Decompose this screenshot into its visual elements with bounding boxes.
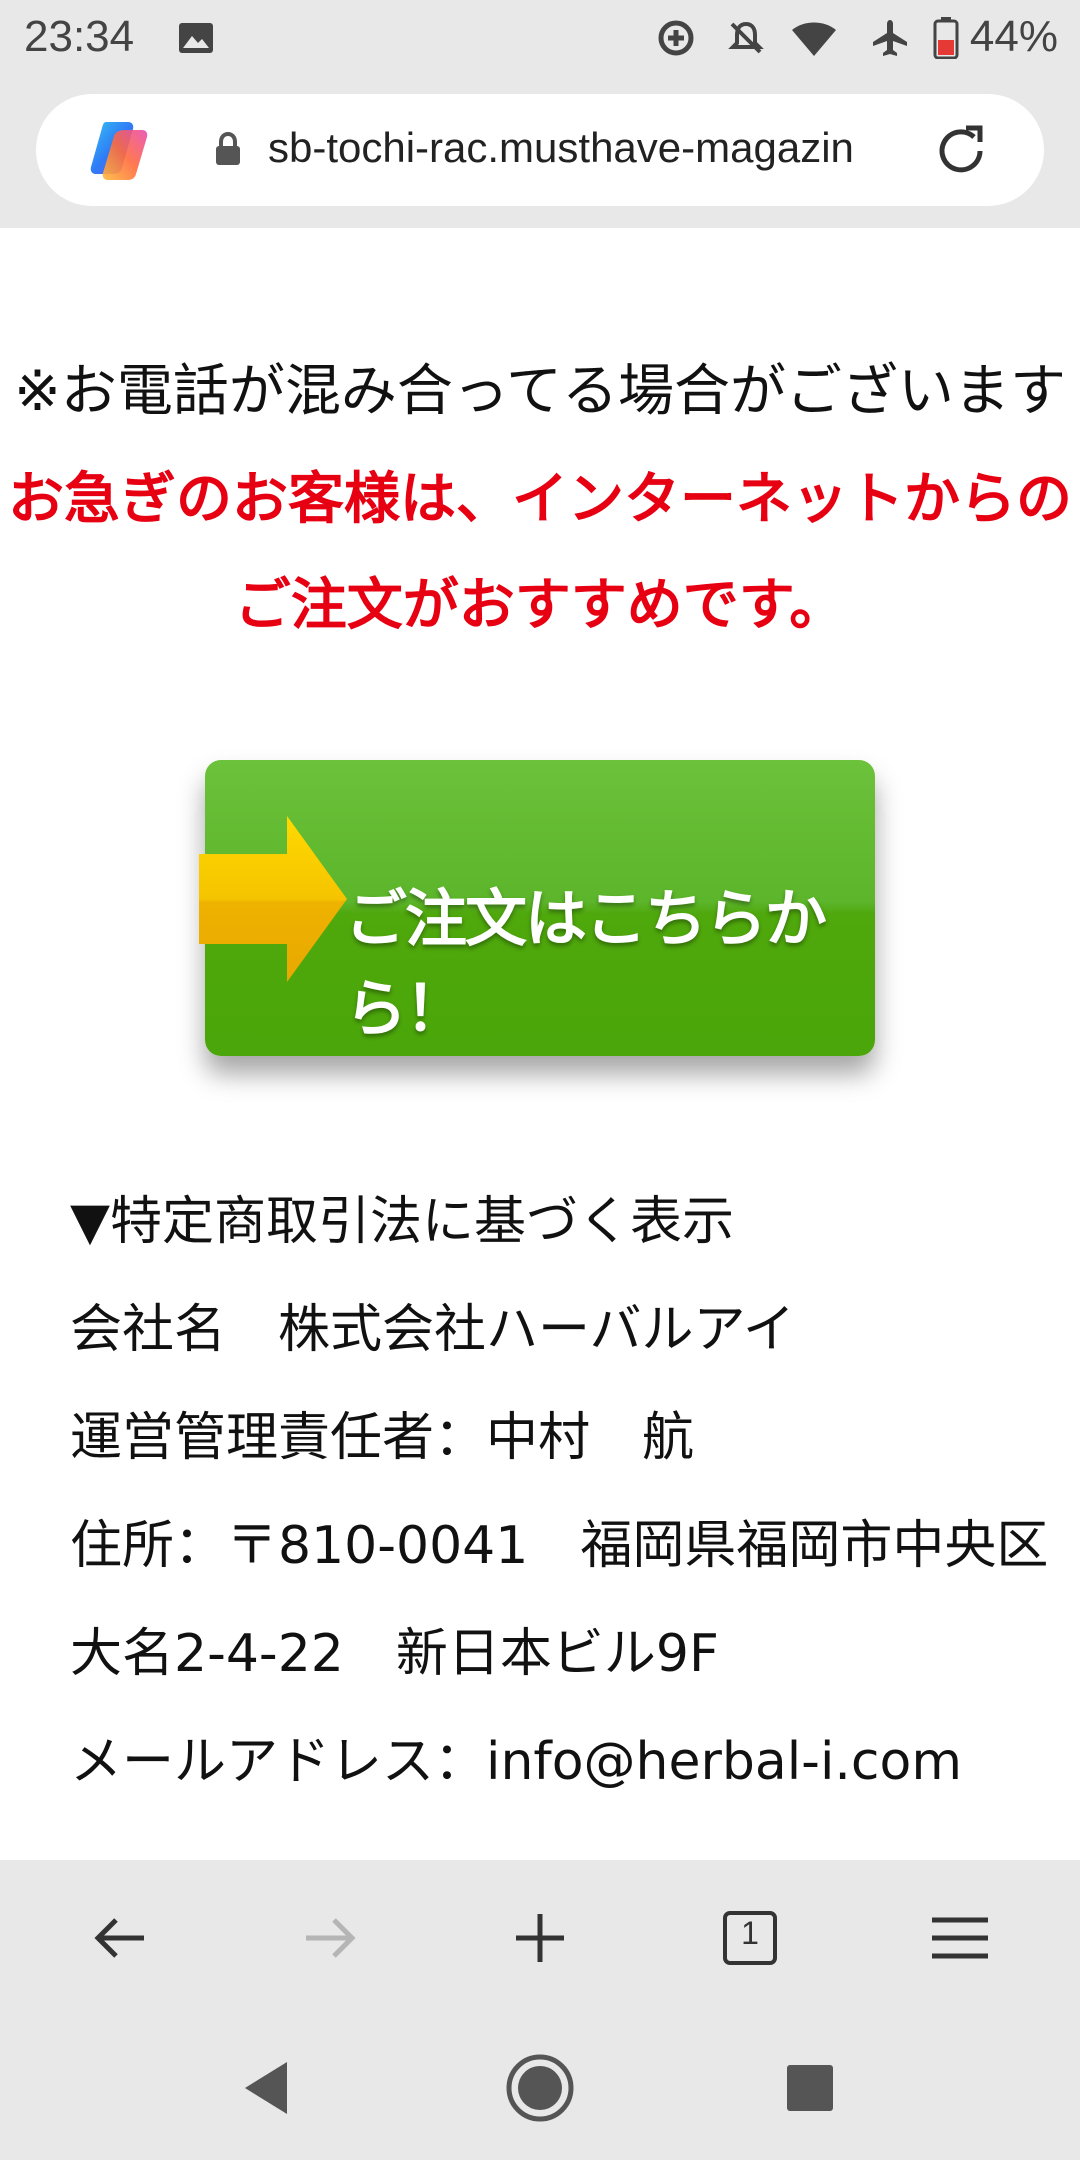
nav-back-icon[interactable]	[230, 2052, 302, 2124]
arrow-right-icon	[199, 816, 347, 982]
manager-name: 運営管理責任者：中村 航	[70, 1408, 695, 1468]
system-nav-bar	[0, 2016, 1080, 2160]
order-button[interactable]: ご注文はこちらから！	[199, 760, 875, 1056]
page-content: ※お電話が混み合ってる場合がございます お急ぎのお客様は、インターネットからの …	[0, 228, 1080, 1860]
data-saver-icon	[652, 14, 700, 62]
menu-icon[interactable]	[920, 1898, 1000, 1978]
browser-top-bar: sb-tochi-rac.musthave-magazin	[0, 76, 1080, 228]
nav-recents-icon[interactable]	[774, 2052, 846, 2124]
url-text[interactable]: sb-tochi-rac.musthave-magazin	[268, 124, 868, 178]
legal-info: ▼特定商取引法に基づく表示 会社名 株式会社ハーバルアイ 運営管理責任者：中村 …	[70, 1168, 1050, 1816]
nav-home-icon[interactable]	[504, 2052, 576, 2124]
battery-icon	[922, 14, 970, 62]
status-bar: 23:34 44%	[0, 0, 1080, 76]
airplane-icon	[866, 14, 914, 62]
tab-count: 1	[741, 1915, 759, 1951]
copilot-icon[interactable]	[84, 116, 154, 186]
battery-percent: 44%	[969, 12, 1058, 61]
mute-icon	[722, 14, 770, 62]
address-line1: 住所：〒810-0041 福岡県福岡市中央区	[70, 1516, 1049, 1576]
plus-icon[interactable]	[500, 1898, 580, 1978]
reload-icon[interactable]	[930, 120, 992, 182]
company-name: 会社名 株式会社ハーバルアイ	[70, 1300, 795, 1360]
busy-notice: ※お電話が混み合ってる場合がございます	[13, 359, 1067, 424]
forward-arrow-icon[interactable]	[290, 1898, 370, 1978]
wifi-icon	[790, 14, 838, 62]
back-arrow-icon[interactable]	[80, 1898, 160, 1978]
order-button-label: ご注文はこちらから！	[345, 882, 827, 1045]
address-line2: 大名2-4-22 新日本ビル9F	[70, 1624, 719, 1684]
tabs-icon[interactable]: 1	[710, 1898, 790, 1978]
address-bar[interactable]: sb-tochi-rac.musthave-magazin	[36, 94, 1044, 206]
browser-toolbar: 1	[0, 1860, 1080, 2016]
lock-icon	[214, 131, 242, 166]
urgent-notice-line1: お急ぎのお客様は、インターネットからの	[8, 467, 1072, 532]
app-root: 23:34 44% sb-tochi-rac.musthave-magazin …	[0, 0, 1080, 2160]
status-time: 23:34	[24, 12, 135, 61]
image-icon	[172, 14, 220, 62]
urgent-notice-line2: ご注文がおすすめです。	[234, 573, 846, 638]
email-line: メールアドレス：info@herbal-i.com	[70, 1732, 962, 1792]
legal-heading: ▼特定商取引法に基づく表示	[70, 1192, 734, 1252]
